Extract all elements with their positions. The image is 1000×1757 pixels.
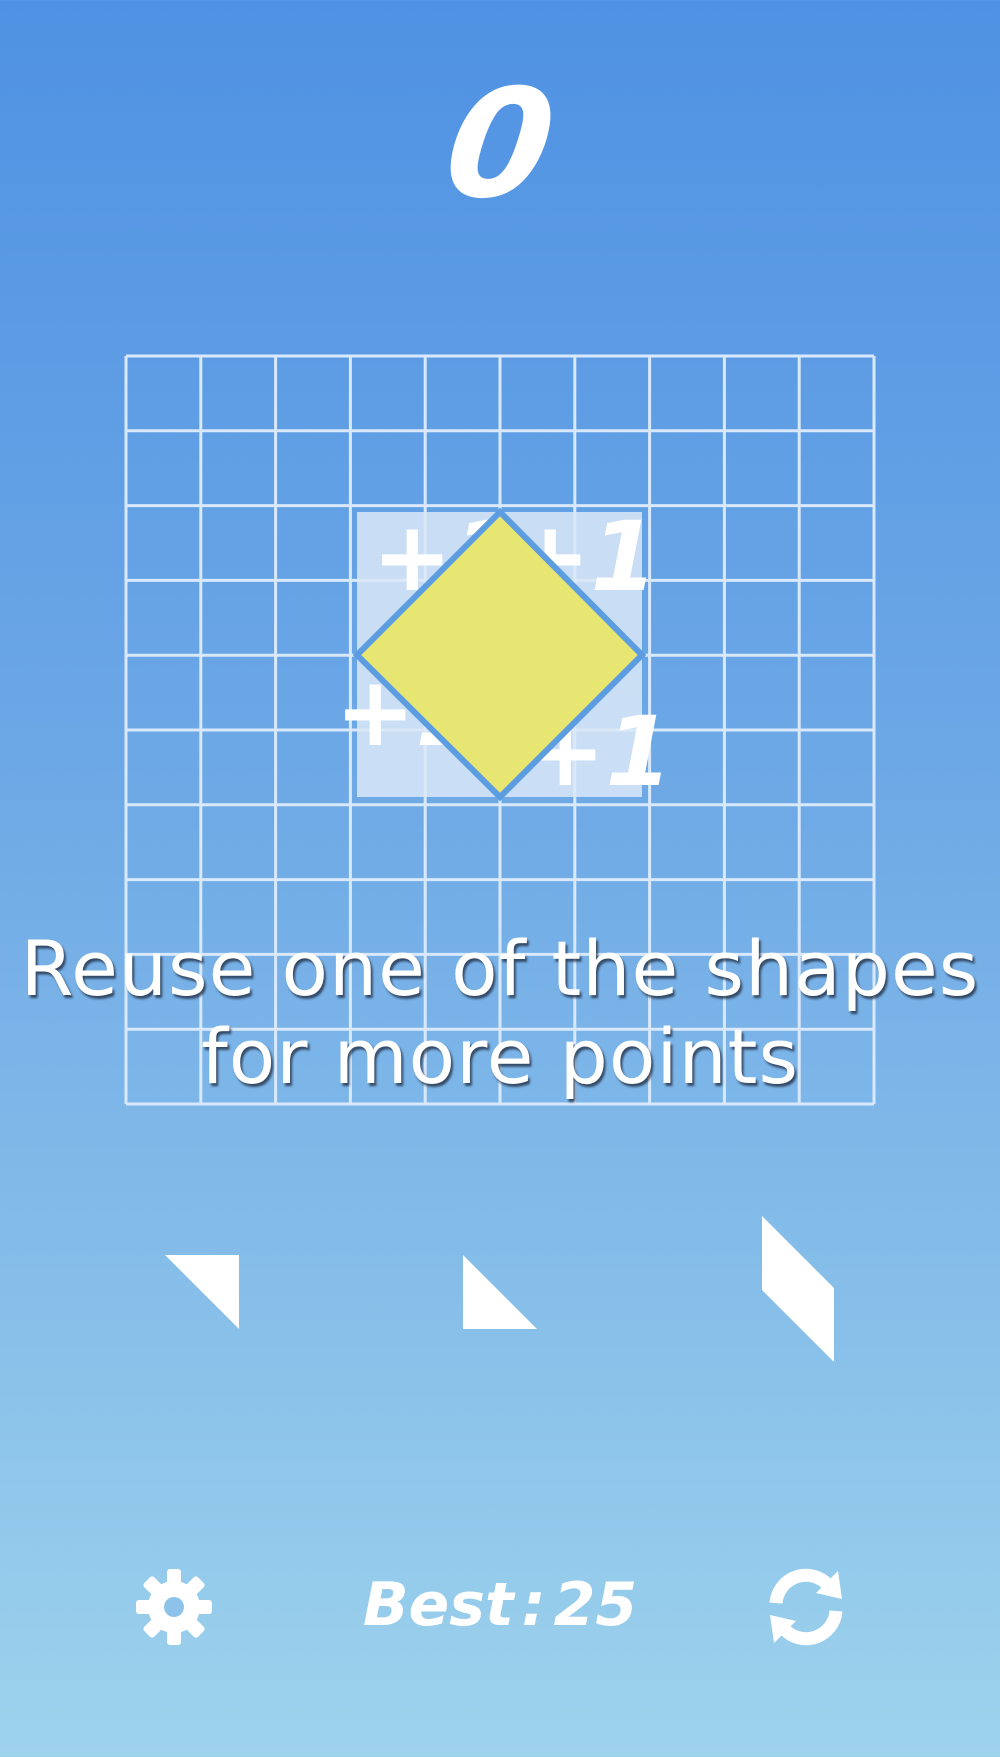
hint-text: Reuse one of the shapes for more points <box>0 925 1000 1101</box>
hint-line-1: Reuse one of the shapes <box>20 924 980 1013</box>
best-value: 25 <box>553 1570 638 1640</box>
tray-piece-triangle-top-right[interactable] <box>165 1255 240 1330</box>
tray-piece-triangle-bottom-left[interactable] <box>463 1255 538 1330</box>
hint-line-2: for more points <box>200 1012 800 1101</box>
tray-piece-parallelogram[interactable] <box>760 1216 836 1364</box>
game-board: +1 +1 +1 +1 <box>124 354 876 1106</box>
refresh-icon[interactable] <box>762 1563 850 1651</box>
gear-icon[interactable] <box>134 1567 214 1647</box>
bottom-bar: Best:25 <box>0 1555 1000 1655</box>
best-separator: : <box>521 1570 546 1640</box>
best-label: Best <box>362 1570 514 1640</box>
best-score: Best:25 <box>330 1565 670 1645</box>
piece-tray <box>0 1200 1000 1380</box>
